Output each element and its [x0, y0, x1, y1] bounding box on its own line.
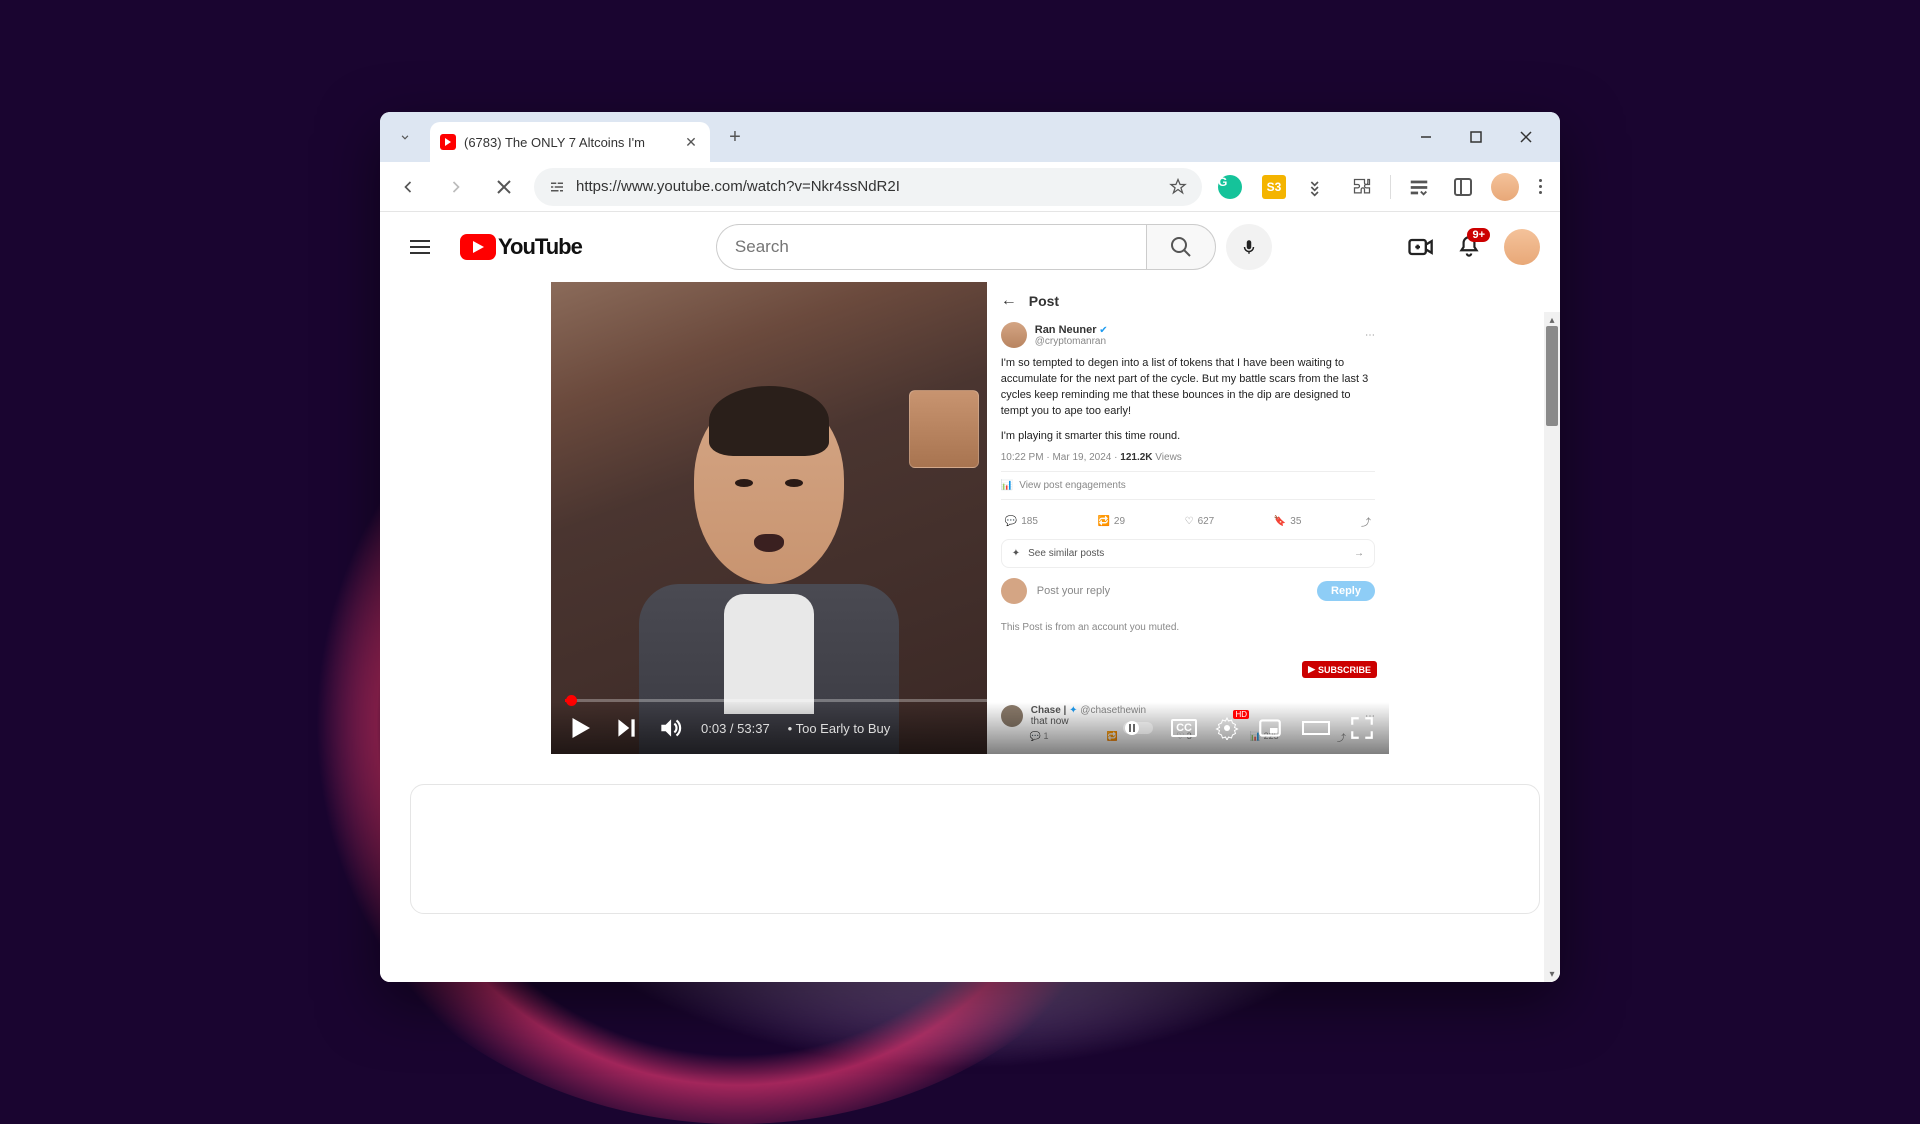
- youtube-header: YouTube 9+: [380, 212, 1560, 282]
- search-input[interactable]: [716, 224, 1146, 270]
- reply-placeholder: Post your reply: [1037, 585, 1307, 597]
- create-button[interactable]: [1406, 233, 1434, 261]
- reply-count: 💬185: [1005, 514, 1038, 529]
- video-tweet-panel: ← Post Ran Neuner ✔ @cryptomanran ⋯ I'm …: [987, 282, 1389, 754]
- account-avatar[interactable]: [1504, 229, 1540, 265]
- notifications-button[interactable]: 9+: [1456, 234, 1482, 260]
- gear-icon: [1215, 716, 1239, 740]
- microphone-icon: [1240, 238, 1258, 256]
- next-button[interactable]: [613, 715, 639, 741]
- hd-badge: HD: [1233, 710, 1249, 719]
- fullscreen-button[interactable]: [1349, 715, 1375, 741]
- time-display: 0:03 / 53:37: [701, 721, 770, 736]
- titlebar: (6783) The ONLY 7 Altcoins I'm ✕ +: [380, 112, 1560, 162]
- tab-title: (6783) The ONLY 7 Altcoins I'm: [464, 135, 674, 150]
- chart-icon: 📊: [1001, 480, 1013, 491]
- subtitles-button[interactable]: CC: [1171, 719, 1197, 737]
- retweet-count: 🔁29: [1097, 514, 1125, 529]
- bookmark-count: 🔖35: [1274, 514, 1302, 529]
- tweet-body-1: I'm so tempted to degen into a list of t…: [1001, 356, 1375, 420]
- view-engagements-link: 📊 View post engagements: [1001, 480, 1375, 491]
- see-similar-posts: ✦ See similar posts →: [1001, 539, 1375, 568]
- browser-window: (6783) The ONLY 7 Altcoins I'm ✕ + https…: [380, 112, 1560, 982]
- address-bar[interactable]: https://www.youtube.com/watch?v=Nkr4ssNd…: [534, 168, 1202, 206]
- new-tab-button[interactable]: +: [720, 122, 750, 152]
- picture-in-picture-inset: [909, 390, 979, 468]
- minimize-button[interactable]: [1410, 121, 1442, 153]
- reply-button: Reply: [1317, 581, 1375, 601]
- stop-reload-button[interactable]: [486, 169, 522, 205]
- browser-tab[interactable]: (6783) The ONLY 7 Altcoins I'm ✕: [430, 122, 710, 162]
- tweet-more-icon: ⋯: [1365, 330, 1375, 341]
- settings-button[interactable]: HD: [1215, 716, 1239, 740]
- play-button[interactable]: [565, 713, 595, 743]
- profile-avatar[interactable]: [1491, 173, 1519, 201]
- reading-list-icon[interactable]: [1403, 171, 1435, 203]
- tweet-meta: 10:22 PM · Mar 19, 2024 · 121.2K Views: [1001, 452, 1375, 463]
- volume-button[interactable]: [657, 715, 683, 741]
- player-controls: 0:03 / 53:37 • Too Early to Buy CC HD: [551, 702, 1389, 754]
- verified-badge-icon: ✔: [1099, 325, 1107, 336]
- subscribe-overlay-button[interactable]: ▶ SUBSCRIBE: [1302, 661, 1377, 678]
- like-count: ♡627: [1185, 514, 1215, 529]
- miniplayer-button[interactable]: [1257, 715, 1283, 741]
- maximize-button[interactable]: [1460, 121, 1492, 153]
- tweet-body-2: I'm playing it smarter this time round.: [1001, 430, 1375, 442]
- sparkle-icon: ✦: [1012, 548, 1020, 559]
- search-icon: [1169, 235, 1193, 259]
- site-settings-icon[interactable]: [548, 178, 566, 196]
- page-content: ▴ ▾ YouTube: [380, 212, 1560, 982]
- create-icon: [1406, 233, 1434, 261]
- tweet-author-name: Ran Neuner: [1035, 324, 1097, 336]
- guide-menu-button[interactable]: [400, 240, 440, 254]
- chapter-title[interactable]: • Too Early to Buy: [788, 721, 891, 736]
- heart-icon: ♡: [1185, 516, 1194, 527]
- tab-close-button[interactable]: ✕: [682, 133, 700, 151]
- play-icon: ▶: [1308, 664, 1315, 675]
- voice-search-button[interactable]: [1226, 224, 1272, 270]
- tweet-author-handle: @cryptomanran: [1035, 336, 1108, 347]
- back-button[interactable]: [390, 169, 426, 205]
- muted-account-notice: This Post is from an account you muted.: [1001, 618, 1375, 637]
- autoplay-toggle[interactable]: [1123, 719, 1153, 737]
- share-icon: ⤴: [1361, 514, 1371, 529]
- bookmark-star-icon[interactable]: [1168, 177, 1188, 197]
- youtube-logo[interactable]: YouTube: [460, 234, 582, 260]
- tweet-back-icon: ←: [1001, 292, 1017, 310]
- s3-extension-icon[interactable]: S3: [1258, 171, 1290, 203]
- reply-composer: Post your reply Reply: [1001, 578, 1375, 604]
- video-info-panel: [410, 784, 1540, 914]
- youtube-logo-text: YouTube: [498, 234, 582, 260]
- video-player[interactable]: ← Post Ran Neuner ✔ @cryptomanran ⋯ I'm …: [551, 282, 1389, 754]
- youtube-logo-icon: [460, 234, 496, 260]
- comment-icon: 💬: [1005, 516, 1017, 527]
- side-panel-icon[interactable]: [1447, 171, 1479, 203]
- notification-badge: 9+: [1467, 228, 1490, 242]
- grammarly-extension-icon[interactable]: G: [1214, 171, 1246, 203]
- tweet-header-title: Post: [1029, 293, 1059, 309]
- browser-menu-button[interactable]: [1531, 171, 1550, 202]
- scroll-down-arrow[interactable]: ▾: [1544, 966, 1560, 982]
- bookmark-icon: 🔖: [1274, 516, 1286, 527]
- extensions-icon[interactable]: [1346, 171, 1378, 203]
- search-button[interactable]: [1146, 224, 1216, 270]
- forward-button[interactable]: [438, 169, 474, 205]
- video-host-view: [551, 282, 987, 754]
- scrollbar[interactable]: ▴ ▾: [1544, 312, 1560, 982]
- tweet-author-avatar: [1001, 322, 1027, 348]
- browser-toolbar: https://www.youtube.com/watch?v=Nkr4ssNd…: [380, 162, 1560, 212]
- close-window-button[interactable]: [1510, 121, 1542, 153]
- tweet-action-bar: 💬185 🔁29 ♡627 🔖35 ⤴: [1001, 508, 1375, 535]
- reply-avatar: [1001, 578, 1027, 604]
- todoist-extension-icon[interactable]: [1302, 171, 1334, 203]
- retweet-icon: 🔁: [1097, 516, 1109, 527]
- youtube-favicon: [440, 134, 456, 150]
- arrow-right-icon: →: [1354, 548, 1364, 559]
- url-text: https://www.youtube.com/watch?v=Nkr4ssNd…: [576, 178, 1158, 195]
- theater-mode-button[interactable]: [1301, 715, 1331, 741]
- scrollbar-thumb[interactable]: [1546, 326, 1558, 426]
- tabs-dropdown-button[interactable]: [388, 120, 422, 154]
